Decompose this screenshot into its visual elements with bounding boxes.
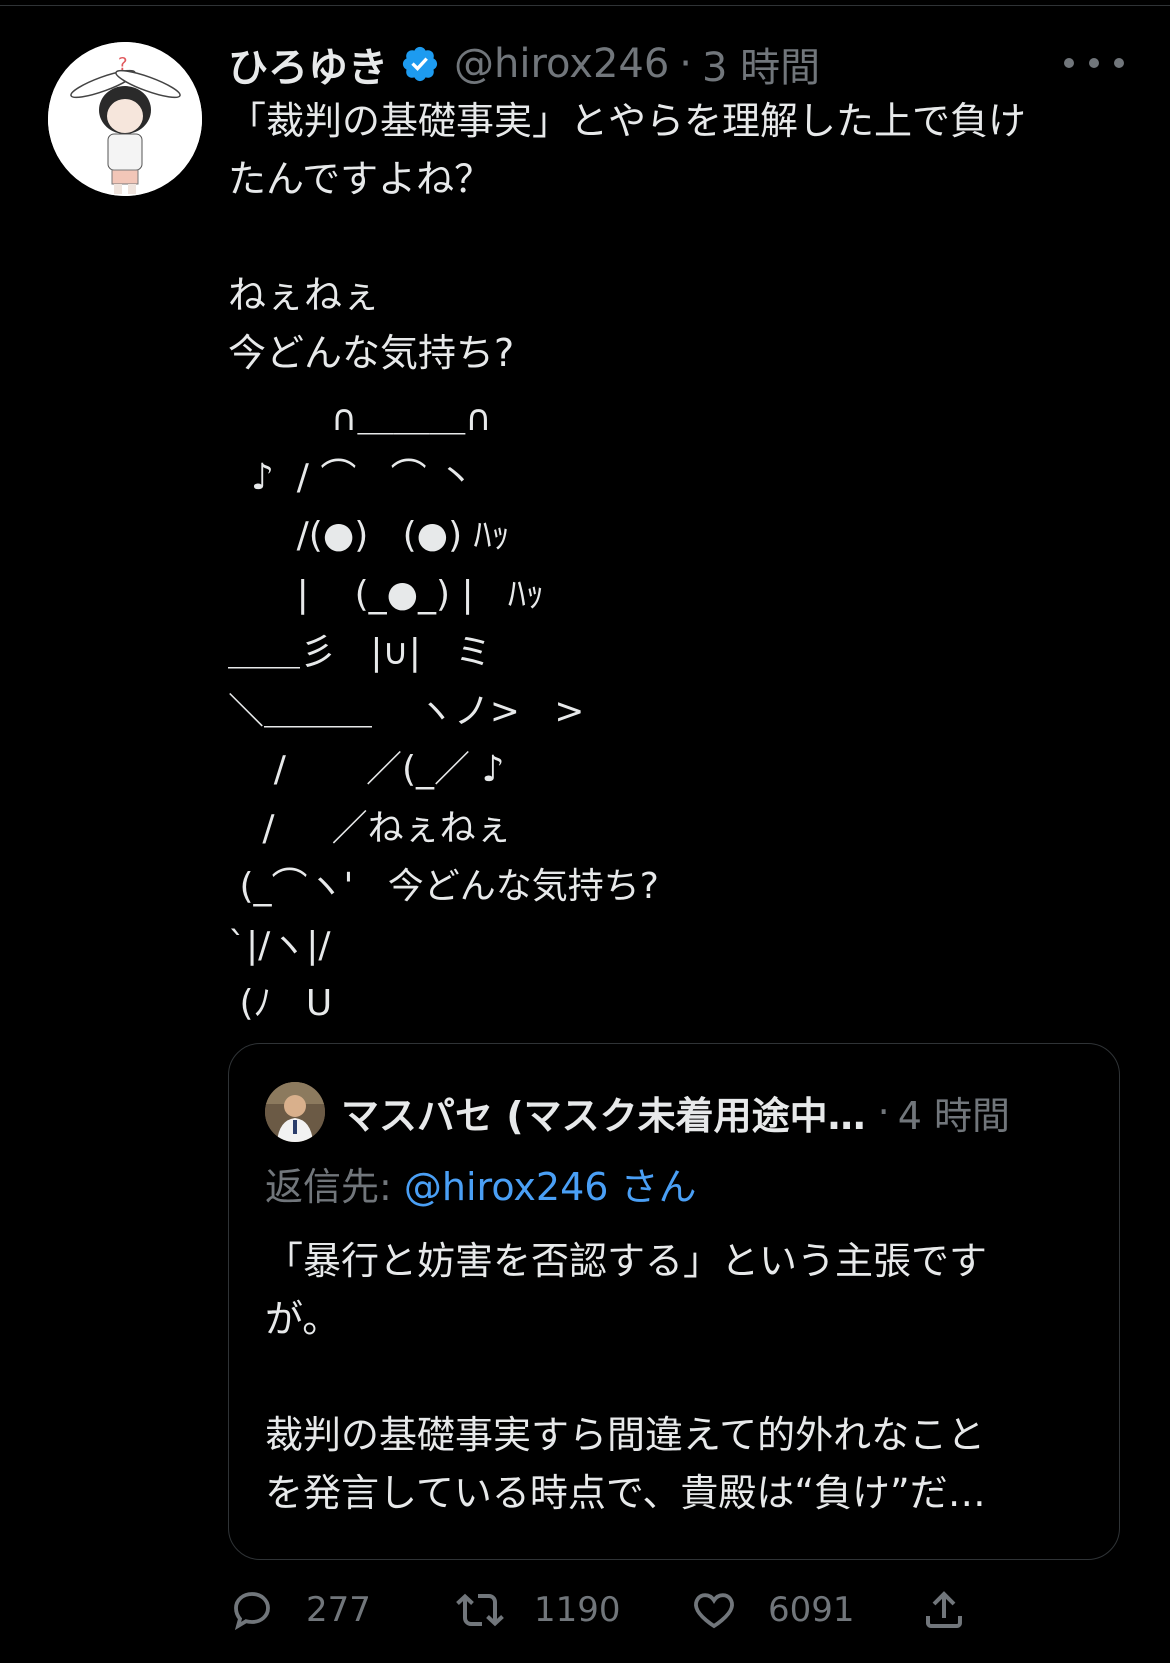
ascii-art-line: / ／ねぇねぇ (228, 807, 512, 849)
ascii-art-line: /(●) (●) ﾊｯ (228, 515, 510, 556)
tweet-actions: 277 1190 6091 (228, 1580, 1128, 1640)
quoted-text-line: 裁判の基礎事実すら間違えて的外れなこと (265, 1413, 986, 1457)
quoted-author-name[interactable]: マスパセ (マスク未着用途中… (341, 1085, 866, 1140)
retweet-count: 1190 (534, 1590, 621, 1630)
ascii-art-line: ♪ / ⌒ ⌒ 丶 (228, 456, 475, 498)
ascii-art-line: ＿＿彡 |∪| ミ (228, 632, 492, 673)
ascii-art-line: ＼＿＿＿ ヽノ> > (228, 690, 585, 732)
ascii-art-line: / ／(_／ ♪ (228, 749, 505, 790)
separator-dot: · (679, 41, 693, 87)
reply-count: 277 (306, 1590, 371, 1630)
like-count: 6091 (768, 1590, 855, 1630)
quoted-tweet[interactable]: マスパセ (マスク未着用途中… · 4 時間 返信先: @hirox246 さん… (228, 1043, 1120, 1560)
ascii-art-line: (_⌒ヽ' 今どんな気持ち? (228, 866, 659, 907)
tweet-text-line: 今どんな気持ち? (228, 331, 515, 375)
author-handle[interactable]: @hirox246 (454, 41, 669, 87)
reply-mention-link[interactable]: @hirox246 さん (404, 1165, 697, 1209)
reply-icon (234, 1592, 270, 1631)
more-options-icon[interactable] (1064, 48, 1124, 78)
author-name[interactable]: ひろゆき (228, 35, 388, 93)
reply-button[interactable]: 277 (228, 1580, 371, 1640)
tweet-header: ひろゆき @hirox246 · 3 時間 (228, 36, 820, 92)
heart-icon (694, 1593, 734, 1629)
share-button[interactable] (920, 1580, 968, 1640)
reply-to-label: 返信先: (265, 1165, 392, 1209)
ascii-art-line: | (_●_) | ﾊｯ (228, 573, 544, 615)
avatar-image: ? (48, 42, 202, 196)
quoted-header: マスパセ (マスク未着用途中… · 4 時間 (341, 1084, 1010, 1140)
quoted-text-line (265, 1348, 1085, 1406)
quoted-text-line: を発言している時点で、貴殿は“負け”だ… (265, 1471, 986, 1515)
verified-badge-icon (400, 44, 440, 84)
retweet-icon (456, 1593, 504, 1627)
top-divider (0, 5, 1170, 6)
ascii-art-line: `|/ヽ|/ (228, 924, 331, 966)
ascii-art-line: ∩＿＿＿∩ (228, 398, 492, 439)
quoted-avatar-image (265, 1082, 325, 1142)
tweet-text: 「裁判の基礎事実」とやらを理解した上で負け たんですよね？ ねぇねぇ 今どんな気… (228, 92, 1128, 382)
tweet-text-line: たんですよね？ (228, 157, 493, 201)
ascii-art: ∩＿＿＿∩ ♪ / ⌒ ⌒ 丶 /(●) (●) ﾊｯ | (_●_) | ﾊｯ… (228, 390, 659, 1034)
author-avatar[interactable]: ? (48, 42, 202, 196)
quoted-author-avatar[interactable] (265, 1082, 325, 1142)
tweet-text-line: 「裁判の基礎事実」とやらを理解した上で負け (228, 99, 1027, 143)
quoted-text: 「暴行と妨害を否認する」という主張です が。 裁判の基礎事実すら間違えて的外れな… (265, 1232, 1085, 1522)
share-icon (926, 1591, 962, 1628)
separator-dot: · (877, 1090, 890, 1134)
quoted-text-line: 「暴行と妨害を否認する」という主張です (265, 1239, 988, 1283)
tweet-text-line: ねぇねぇ (228, 273, 381, 317)
quoted-text-line: が。 (265, 1297, 341, 1341)
ascii-art-line: (ﾉ U (228, 983, 333, 1024)
retweet-button[interactable]: 1190 (456, 1580, 621, 1640)
reply-to: 返信先: @hirox246 さん (265, 1156, 697, 1211)
quoted-time[interactable]: 4 時間 (898, 1085, 1010, 1140)
tweet-text-line (228, 208, 1128, 266)
like-button[interactable]: 6091 (690, 1580, 855, 1640)
tweet-time[interactable]: 3 時間 (702, 35, 820, 93)
